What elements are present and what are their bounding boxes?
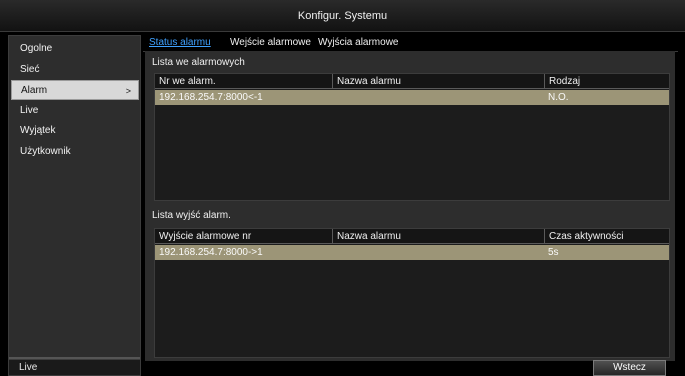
tab-status-alarmu[interactable]: Status alarmu <box>149 36 211 50</box>
table-cell <box>332 90 543 105</box>
alarm-outputs-panel: Lista wyjść alarm. Wyjście alarmowe nr N… <box>145 206 675 361</box>
column-header[interactable]: Wyjście alarmowe nr <box>155 229 331 244</box>
column-header[interactable]: Nr we alarm. <box>155 74 331 89</box>
tab-wyjscia-alarmowe[interactable]: Wyjścia alarmowe <box>318 36 398 50</box>
sidebar: Ogolne Sieć Alarm > Live Wyjątek Użytkow… <box>8 35 141 376</box>
alarm-inputs-table: Nr we alarm. Nazwa alarmu Rodzaj 192.168… <box>154 73 670 201</box>
sidebar-item-label: Ogolne <box>20 43 53 54</box>
sidebar-item-label: Użytkownik <box>20 146 71 157</box>
sidebar-item-alarm[interactable]: Alarm > <box>11 80 139 100</box>
table-header: Nr we alarm. Nazwa alarmu Rodzaj <box>155 74 669 89</box>
sidebar-item-siec[interactable]: Sieć <box>11 60 139 80</box>
sidebar-item-ogolne[interactable]: Ogolne <box>11 39 139 59</box>
sidebar-item-label: Sieć <box>20 64 40 75</box>
back-button[interactable]: Wstecz <box>593 360 666 376</box>
sidebar-footer-live[interactable]: Live <box>9 359 140 375</box>
table-row[interactable]: 192.168.254.7:8000->1 5s <box>155 245 669 260</box>
table-row[interactable]: 192.168.254.7:8000<-1 N.O. <box>155 90 669 105</box>
chevron-right-icon: > <box>125 86 131 96</box>
tab-wejscie-alarmowe[interactable]: Wejście alarmowe <box>230 36 311 50</box>
sidebar-item-uzytkownik[interactable]: Użytkownik <box>11 142 139 162</box>
alarm-outputs-table: Wyjście alarmowe nr Nazwa alarmu Czas ak… <box>154 228 670 358</box>
alarm-inputs-panel: Lista we alarmowych Nr we alarm. Nazwa a… <box>145 51 675 206</box>
column-header[interactable]: Nazwa alarmu <box>332 74 543 89</box>
sidebar-item-wyjatek[interactable]: Wyjątek <box>11 121 139 141</box>
main-content: Status alarmu Wejście alarmowe Wyjścia a… <box>143 35 678 376</box>
sidebar-item-label: Live <box>20 105 39 116</box>
panel-title: Lista wyjść alarm. <box>152 210 231 221</box>
panel-title: Lista we alarmowych <box>152 57 245 68</box>
column-header[interactable]: Nazwa alarmu <box>332 229 543 244</box>
sidebar-item-live[interactable]: Live <box>11 101 139 121</box>
column-header[interactable]: Czas aktywności <box>544 229 669 244</box>
table-cell: 192.168.254.7:8000<-1 <box>159 92 263 103</box>
window-title: Konfigur. Systemu <box>0 0 685 32</box>
table-header: Wyjście alarmowe nr Nazwa alarmu Czas ak… <box>155 229 669 244</box>
sidebar-item-label: Wyjątek <box>20 125 56 136</box>
column-header[interactable]: Rodzaj <box>544 74 669 89</box>
table-cell <box>332 245 543 260</box>
sidebar-item-label: Alarm <box>21 85 48 96</box>
table-cell: 192.168.254.7:8000->1 <box>159 247 263 258</box>
tab-bar: Status alarmu Wejście alarmowe Wyjścia a… <box>143 35 678 52</box>
table-cell: N.O. <box>548 92 569 103</box>
table-cell: 5s <box>548 247 559 258</box>
